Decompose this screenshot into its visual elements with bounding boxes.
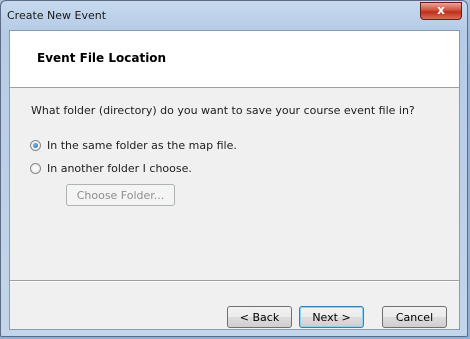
footer-divider [10, 280, 459, 282]
dialog-client-area: Event File Location What folder (directo… [9, 30, 460, 330]
create-new-event-dialog: Create New Event x Event File Location W… [0, 0, 468, 337]
radio-same-folder[interactable] [30, 140, 41, 151]
title-bar[interactable]: Create New Event x [1, 1, 467, 31]
cancel-label: Cancel [395, 310, 434, 324]
choose-folder-label: Choose Folder... [76, 188, 165, 202]
choose-folder-button[interactable]: Choose Folder... [66, 184, 175, 206]
close-icon: x [437, 3, 445, 17]
back-button[interactable]: < Back [227, 306, 292, 328]
next-label: Next > [312, 310, 351, 324]
close-button[interactable]: x [420, 2, 462, 20]
back-label: < Back [239, 310, 280, 324]
radio-another-folder[interactable] [30, 163, 41, 174]
next-button[interactable]: Next > [299, 306, 364, 328]
option-another-folder-label[interactable]: In another folder I choose. [47, 162, 192, 175]
window-title: Create New Event [7, 9, 107, 22]
cancel-button[interactable]: Cancel [382, 306, 447, 328]
page-title: Event File Location [37, 51, 167, 65]
question-text: What folder (directory) do you want to s… [31, 104, 415, 117]
option-same-folder[interactable]: In the same folder as the map file. [30, 139, 237, 152]
option-same-folder-label[interactable]: In the same folder as the map file. [47, 139, 237, 152]
option-another-folder[interactable]: In another folder I choose. [30, 162, 192, 175]
wizard-header: Event File Location [10, 31, 459, 88]
